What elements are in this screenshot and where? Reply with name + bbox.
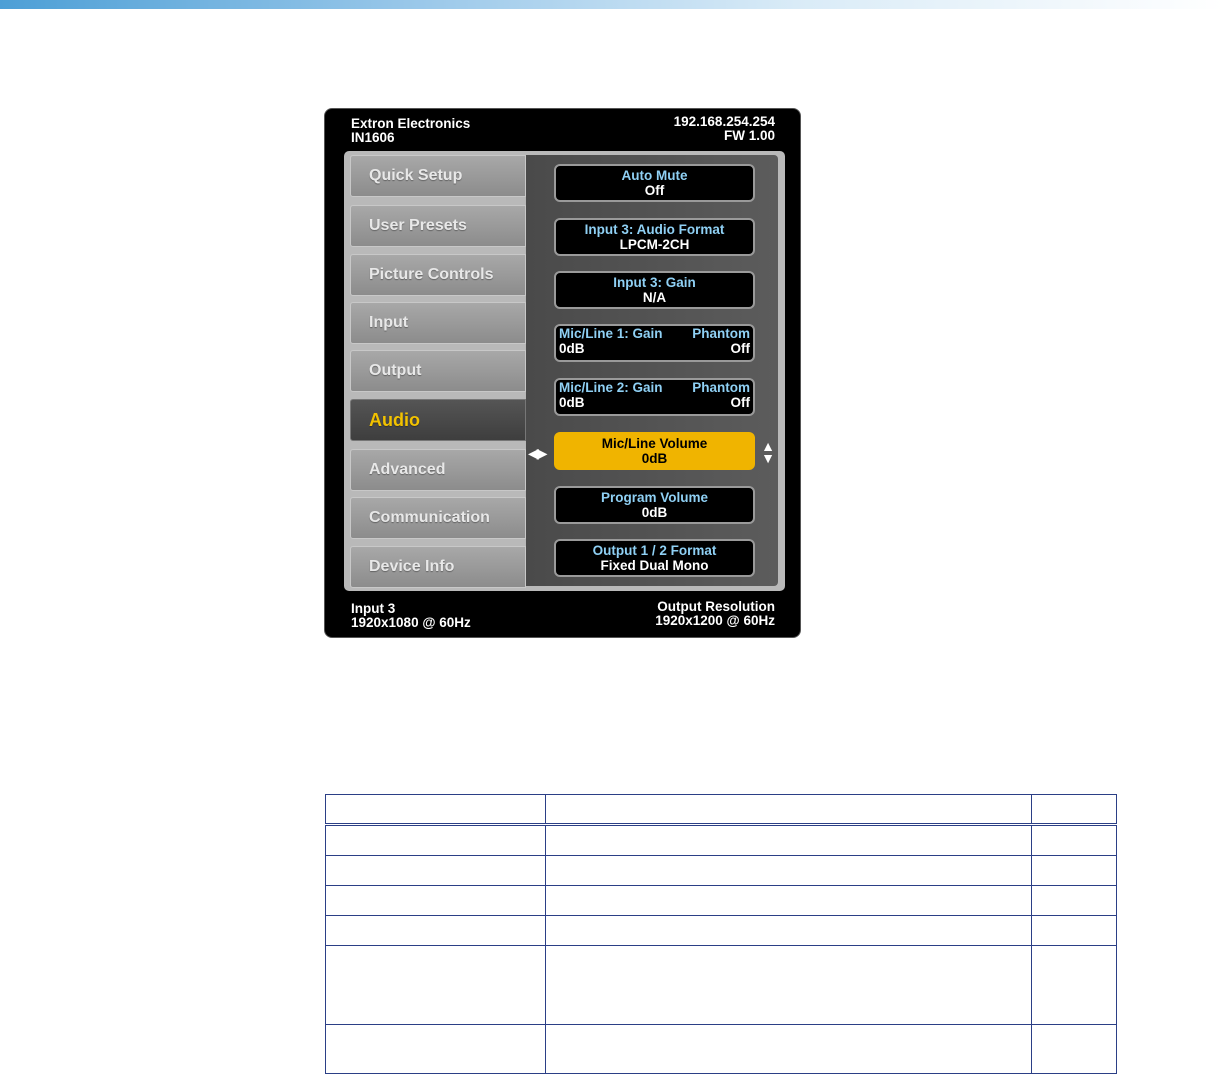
- phantom-value: Off: [730, 395, 751, 410]
- settings-table: [325, 794, 1117, 1074]
- table-cell: [325, 915, 546, 946]
- setting-value: Fixed Dual Mono: [600, 558, 709, 573]
- setting-title: Input 3: Audio Format: [584, 222, 725, 237]
- output-label: Output Resolution: [657, 599, 775, 614]
- table-row: [325, 855, 1117, 886]
- tab-communication[interactable]: Communication: [350, 497, 526, 539]
- table-cell: [545, 855, 1032, 886]
- table-cell: [325, 1024, 546, 1074]
- tab-output[interactable]: Output: [350, 350, 526, 392]
- table-row: [325, 945, 1117, 1025]
- up-down-arrows-icon: ▲ ▼: [761, 438, 775, 466]
- table-header-row: [325, 794, 1117, 826]
- table-row: [325, 824, 1117, 856]
- mic-line-2-gain-setting[interactable]: Mic/Line 2: Gain Phantom 0dB Off: [554, 378, 755, 416]
- table-cell: [325, 945, 546, 1025]
- table-cell: [545, 1024, 1032, 1074]
- input-3-audio-format-setting[interactable]: Input 3: Audio Format LPCM-2CH: [554, 218, 755, 256]
- auto-mute-setting[interactable]: Auto Mute Off: [554, 164, 755, 202]
- setting-value: LPCM-2CH: [619, 237, 690, 252]
- tab-advanced[interactable]: Advanced: [350, 449, 526, 491]
- table-cell: [545, 885, 1032, 916]
- program-volume-setting[interactable]: Program Volume 0dB: [554, 486, 755, 524]
- table-cell: [1031, 1024, 1117, 1074]
- setting-title: Program Volume: [600, 490, 709, 505]
- setting-title: Output 1 / 2 Format: [592, 543, 717, 558]
- tab-audio[interactable]: Audio: [350, 399, 526, 441]
- setting-value: 0dB: [641, 451, 668, 466]
- table-cell: [325, 885, 546, 916]
- left-right-arrows-icon: ◀▶: [528, 445, 548, 461]
- tab-user-presets[interactable]: User Presets: [350, 205, 526, 247]
- setting-title: Mic/Line 1: Gain: [559, 326, 663, 341]
- input-name: Input 3: [351, 601, 396, 616]
- tab-picture-controls[interactable]: Picture Controls: [350, 254, 526, 296]
- top-accent-bar: [0, 0, 1224, 9]
- tab-device-info[interactable]: Device Info: [350, 546, 526, 588]
- table-cell: [1031, 945, 1117, 1025]
- table-cell: [325, 855, 546, 886]
- phantom-title: Phantom: [692, 326, 750, 341]
- brand-name: Extron Electronics: [351, 116, 471, 131]
- input-status: Input 3 1920x1080 @ 60Hz: [351, 602, 471, 630]
- output-resolution: 1920x1200 @ 60Hz: [655, 613, 775, 628]
- setting-title: Auto Mute: [621, 168, 688, 183]
- table-header-cell: [1031, 794, 1117, 826]
- ip-address: 192.168.254.254: [673, 114, 775, 129]
- table-header-cell: [545, 794, 1032, 826]
- table-cell: [1031, 885, 1117, 916]
- table-row: [325, 915, 1117, 946]
- table-cell: [545, 824, 1032, 856]
- table-cell: [1031, 915, 1117, 946]
- setting-value: 0dB: [559, 395, 585, 410]
- table-header-cell: [325, 794, 546, 826]
- firmware-version: FW 1.00: [723, 128, 775, 143]
- setting-value: 0dB: [641, 505, 668, 520]
- table-cell: [325, 824, 546, 856]
- table-cell: [1031, 824, 1117, 856]
- tab-quick-setup[interactable]: Quick Setup: [350, 155, 526, 197]
- table-cell: [545, 915, 1032, 946]
- mic-line-1-gain-setting[interactable]: Mic/Line 1: Gain Phantom 0dB Off: [554, 324, 755, 362]
- table-row: [325, 1024, 1117, 1074]
- output-status: Output Resolution 1920x1200 @ 60Hz: [655, 600, 775, 628]
- osd-panel: Extron Electronics IN1606 192.168.254.25…: [324, 108, 801, 638]
- setting-title: Mic/Line Volume: [601, 436, 708, 451]
- output-format-setting[interactable]: Output 1 / 2 Format Fixed Dual Mono: [554, 539, 755, 577]
- table-cell: [545, 945, 1032, 1025]
- network-info: 192.168.254.254 FW 1.00: [674, 115, 775, 143]
- device-header: Extron Electronics IN1606: [351, 117, 470, 145]
- setting-value: 0dB: [559, 341, 585, 356]
- input-3-gain-setting[interactable]: Input 3: Gain N/A: [554, 271, 755, 309]
- mic-line-volume-setting[interactable]: Mic/Line Volume 0dB: [554, 432, 755, 470]
- table-row: [325, 885, 1117, 916]
- table-cell: [1031, 855, 1117, 886]
- tab-input[interactable]: Input: [350, 302, 526, 344]
- setting-value: Off: [644, 183, 665, 198]
- phantom-value: Off: [730, 341, 751, 356]
- model-name: IN1606: [351, 130, 395, 145]
- setting-value: N/A: [642, 290, 667, 305]
- input-resolution: 1920x1080 @ 60Hz: [351, 615, 471, 630]
- setting-title: Mic/Line 2: Gain: [559, 380, 663, 395]
- setting-title: Input 3: Gain: [613, 275, 696, 290]
- phantom-title: Phantom: [692, 380, 750, 395]
